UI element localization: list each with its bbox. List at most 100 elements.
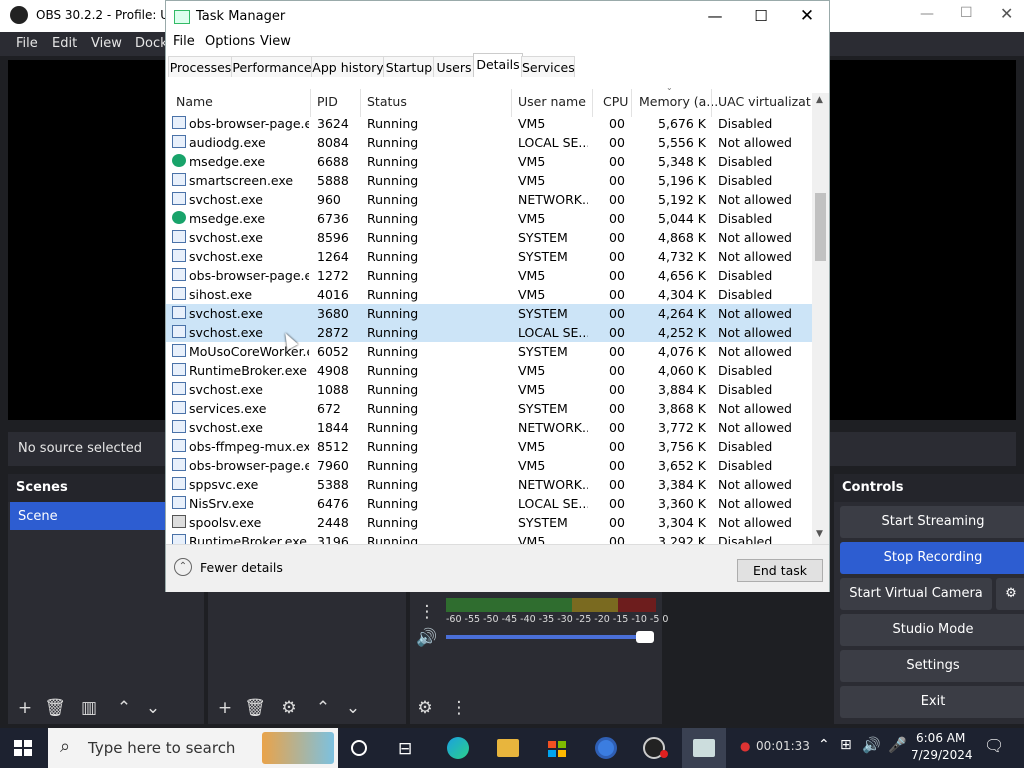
- table-row[interactable]: smartscreen.exe 5888 Running VM5 00 5,196 K Di…: [166, 171, 812, 190]
- vertical-scrollbar[interactable]: ▲ ▼: [812, 93, 829, 544]
- add-scene-icon[interactable]: +: [14, 698, 36, 720]
- notifications-icon[interactable]: 🗨: [984, 736, 1004, 755]
- tm-menu-view[interactable]: View: [260, 34, 291, 49]
- tab-app-history[interactable]: App history: [311, 56, 385, 78]
- store-icon[interactable]: [546, 737, 568, 759]
- table-row[interactable]: sppsvc.exe 5388 Running NETWORK... 00 3,384 K…: [166, 475, 812, 494]
- virtual-camera-settings-icon[interactable]: ⚙: [996, 578, 1024, 610]
- proc-user: VM5: [518, 287, 546, 302]
- tm-menu-file[interactable]: File: [173, 34, 195, 49]
- obs-menu-view[interactable]: View: [91, 36, 122, 51]
- proc-pid: 1844: [317, 420, 349, 435]
- tab-users[interactable]: Users: [433, 56, 475, 78]
- network-icon[interactable]: ⊞: [840, 737, 852, 753]
- proc-pid: 3196: [317, 534, 349, 544]
- search-highlight-image: [262, 732, 334, 764]
- start-streaming-button[interactable]: Start Streaming: [840, 506, 1024, 538]
- add-source-icon[interactable]: +: [214, 698, 236, 720]
- table-row[interactable]: msedge.exe 6688 Running VM5 00 5,348 K Disable…: [166, 152, 812, 171]
- mixer-settings-icon[interactable]: ⚙: [414, 698, 436, 720]
- cortana-icon[interactable]: [351, 740, 367, 756]
- proc-user: SYSTEM: [518, 306, 568, 321]
- obs-menu-dock[interactable]: Dock: [135, 36, 168, 51]
- speaker-icon[interactable]: 🔊: [416, 628, 438, 650]
- table-row[interactable]: svchost.exe 2872 Running LOCAL SE... 00 4,252…: [166, 323, 812, 342]
- maximize-icon[interactable]: ☐: [738, 1, 784, 31]
- scroll-down-icon[interactable]: ▼: [816, 529, 823, 539]
- end-task-button[interactable]: End task: [737, 559, 823, 582]
- source-down-icon[interactable]: ⌄: [342, 698, 364, 720]
- tab-performance[interactable]: Performance: [231, 56, 313, 78]
- start-virtual-camera-button[interactable]: Start Virtual Camera: [840, 578, 992, 610]
- chrome-icon[interactable]: [595, 737, 617, 759]
- scene-filter-icon[interactable]: ▥: [78, 698, 100, 720]
- volume-slider-handle[interactable]: [636, 631, 654, 643]
- volume-icon[interactable]: 🔊: [862, 736, 881, 754]
- table-row[interactable]: svchost.exe 1844 Running NETWORK... 00 3,772 …: [166, 418, 812, 437]
- scrollbar-thumb[interactable]: [815, 193, 826, 261]
- clock-time[interactable]: 6:06 AM: [916, 731, 965, 745]
- table-row[interactable]: obs-ffmpeg-mux.exe 8512 Running VM5 00 3,756 …: [166, 437, 812, 456]
- tm-menu-options[interactable]: Options: [205, 34, 255, 49]
- table-row[interactable]: NisSrv.exe 6476 Running LOCAL SE... 00 3,360 …: [166, 494, 812, 513]
- stop-recording-button[interactable]: Stop Recording: [840, 542, 1024, 574]
- table-row[interactable]: svchost.exe 960 Running NETWORK... 00 5,192 K…: [166, 190, 812, 209]
- table-row[interactable]: obs-browser-page.exe 7960 Running VM5 00 3,65…: [166, 456, 812, 475]
- proc-cpu: 00: [609, 287, 625, 302]
- obs-menu-file[interactable]: File: [16, 36, 38, 51]
- microphone-icon[interactable]: 🎤: [888, 736, 907, 754]
- obs-menu-edit[interactable]: Edit: [52, 36, 77, 51]
- chevron-up-icon[interactable]: ⌃: [174, 558, 192, 576]
- task-view-icon[interactable]: ⊟: [398, 739, 412, 759]
- windows-start-icon[interactable]: [14, 740, 32, 756]
- move-down-icon[interactable]: ⌄: [142, 698, 164, 720]
- table-row[interactable]: svchost.exe 1088 Running VM5 00 3,884 K Disabl…: [166, 380, 812, 399]
- table-row[interactable]: svchost.exe 8596 Running SYSTEM 00 4,868 K Not…: [166, 228, 812, 247]
- taskbar-search-box[interactable]: ⌕ Type here to search: [48, 728, 338, 768]
- obs-minimize-button[interactable]: —: [920, 6, 934, 22]
- studio-mode-button[interactable]: Studio Mode: [840, 614, 1024, 646]
- app-icon: [172, 458, 186, 471]
- table-row[interactable]: RuntimeBroker.exe 3196 Running VM5 00 3,292 K…: [166, 532, 812, 544]
- table-row[interactable]: sihost.exe 4016 Running VM5 00 4,304 K Disable…: [166, 285, 812, 304]
- tab-services[interactable]: Services: [521, 56, 575, 78]
- move-up-icon[interactable]: ⌃: [113, 698, 135, 720]
- proc-user: VM5: [518, 154, 546, 169]
- fewer-details-link[interactable]: Fewer details: [200, 560, 283, 575]
- table-row[interactable]: MoUsoCoreWorker.e...6052RunningSYSTEM004…: [166, 342, 812, 361]
- source-up-icon[interactable]: ⌃: [312, 698, 334, 720]
- table-row[interactable]: obs-browser-page.exe 1272 Running VM5 00 4,65…: [166, 266, 812, 285]
- tab-processes[interactable]: Processes: [168, 56, 233, 78]
- remove-scene-icon[interactable]: 🗑: [44, 698, 66, 720]
- edge-taskbar-icon[interactable]: [447, 737, 469, 759]
- table-row[interactable]: spoolsv.exe 2448 Running SYSTEM 00 3,304 K Not…: [166, 513, 812, 532]
- proc-memory: 5,556 K: [658, 135, 706, 150]
- settings-button[interactable]: Settings: [840, 650, 1024, 682]
- table-row[interactable]: audiodg.exe 8084 Running LOCAL SE... 00 5,556…: [166, 133, 812, 152]
- table-row[interactable]: msedge.exe 6736 Running VM5 00 5,044 K Disable…: [166, 209, 812, 228]
- tray-overflow-icon[interactable]: ⌃: [818, 737, 830, 753]
- table-row[interactable]: svchost.exe 1264 Running SYSTEM 00 4,732 K Not…: [166, 247, 812, 266]
- obs-close-button[interactable]: ✕: [1000, 4, 1013, 23]
- table-row[interactable]: obs-browser-page.exe 3624 Running VM5 00 5,67…: [166, 114, 812, 133]
- exit-button[interactable]: Exit: [840, 686, 1024, 718]
- tab-details[interactable]: Details: [473, 53, 523, 79]
- mixer-menu-icon[interactable]: ⋮: [416, 602, 438, 624]
- file-explorer-icon[interactable]: [497, 739, 519, 757]
- close-icon[interactable]: ✕: [784, 1, 830, 31]
- minimize-icon[interactable]: —: [692, 1, 738, 31]
- mixer-more-icon[interactable]: ⋮: [448, 698, 470, 720]
- task-manager-taskbar-button[interactable]: [682, 728, 726, 768]
- table-row[interactable]: services.exe 672 Running SYSTEM 00 3,868 K Not…: [166, 399, 812, 418]
- table-row[interactable]: svchost.exe 3680 Running SYSTEM 00 4,264 K Not…: [166, 304, 812, 323]
- remove-source-icon[interactable]: 🗑: [244, 698, 266, 720]
- tab-startup[interactable]: Startup: [383, 56, 435, 78]
- scroll-up-icon[interactable]: ▲: [816, 95, 823, 105]
- volume-slider[interactable]: [446, 635, 646, 639]
- proc-uac: Disabled: [718, 287, 773, 302]
- obs-maximize-button[interactable]: ☐: [960, 5, 973, 21]
- proc-uac: Not allowed: [718, 192, 792, 207]
- table-row[interactable]: RuntimeBroker.exe 4908 Running VM5 00 4,060 K…: [166, 361, 812, 380]
- clock-date[interactable]: 7/29/2024: [911, 748, 973, 762]
- source-properties-icon[interactable]: ⚙: [278, 698, 300, 720]
